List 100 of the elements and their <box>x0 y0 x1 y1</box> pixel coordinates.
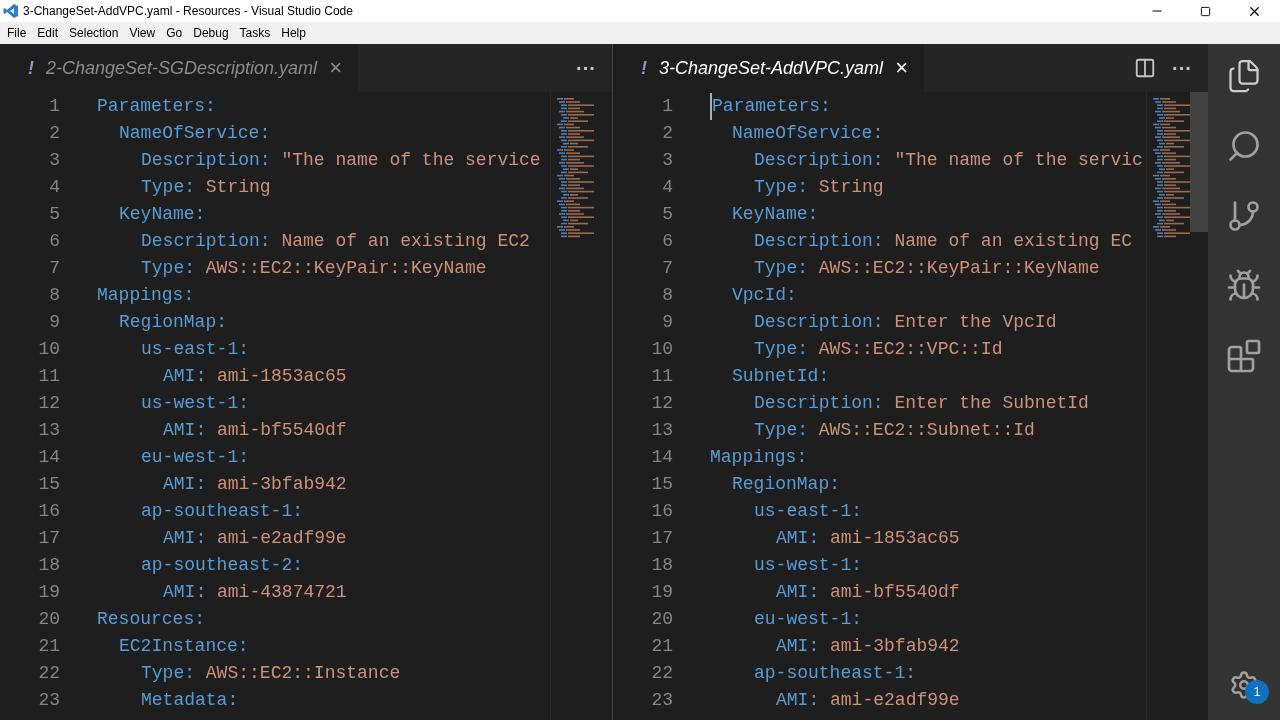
line-number: 6 <box>48 230 60 253</box>
line-number: 22 <box>37 662 60 685</box>
more-actions-button[interactable]: ··· <box>576 58 596 78</box>
editor-tab[interactable]: ! 3-ChangeSet-AddVPC.yaml × <box>613 44 924 92</box>
code-line: us-west-1: <box>141 392 250 415</box>
code-line: KeyName: <box>119 203 206 226</box>
line-number: 13 <box>650 419 673 442</box>
line-number: 12 <box>37 392 60 415</box>
line-number: 9 <box>48 311 60 334</box>
code-line: Description: "The name of the service <box>141 149 541 172</box>
line-number: 11 <box>37 365 60 388</box>
menu-item[interactable]: View <box>124 24 161 42</box>
code-line: Type: AWS::EC2::Subnet::Id <box>754 419 1035 442</box>
line-number: 5 <box>48 203 60 226</box>
code-line: AMI: ami-3bfab942 <box>163 473 347 496</box>
debug-icon[interactable] <box>1226 268 1262 304</box>
notification-badge: 1 <box>1245 680 1269 704</box>
warning-marker: ! <box>641 56 647 80</box>
line-number: 7 <box>661 257 673 280</box>
line-number: 5 <box>661 203 673 226</box>
line-number: 15 <box>37 473 60 496</box>
close-button[interactable]: × <box>329 57 342 79</box>
code-line: Description: Name of an existing EC <box>754 230 1133 253</box>
extensions-icon[interactable] <box>1226 338 1262 374</box>
menu-item[interactable]: Tasks <box>234 24 276 42</box>
code-line: AMI: ami-3bfab942 <box>776 635 960 658</box>
line-number: 17 <box>37 527 60 550</box>
code-line: Metadata: <box>141 689 239 712</box>
line-number: 21 <box>37 635 60 658</box>
line-number: 8 <box>661 284 673 307</box>
code-line: ap-southeast-2: <box>141 554 304 577</box>
code-line: RegionMap: <box>119 311 228 334</box>
menu-item[interactable]: Go <box>161 24 188 42</box>
menu-item[interactable]: Debug <box>188 24 234 42</box>
line-number: 10 <box>37 338 60 361</box>
window-title: 3-ChangeSet-AddVPC.yaml - Resources - Visual Studio Code <box>23 3 353 20</box>
code-line: NameOfService: <box>119 122 271 145</box>
line-number: 12 <box>650 392 673 415</box>
line-number: 6 <box>661 230 673 253</box>
close-button[interactable]: × <box>895 57 908 79</box>
code-line: AMI: ami-e2adf99e <box>776 689 960 712</box>
line-number: 1 <box>48 95 60 118</box>
menu-item[interactable]: Help <box>276 24 311 42</box>
scrollbar-thumb[interactable] <box>1190 92 1208 232</box>
line-number: 14 <box>650 446 673 469</box>
line-number: 19 <box>650 581 673 604</box>
line-number: 16 <box>37 500 60 523</box>
line-number: 19 <box>37 581 60 604</box>
line-number: 15 <box>650 473 673 496</box>
code-line: Type: AWS::EC2::KeyPair::KeyName <box>141 257 487 280</box>
line-number: 1 <box>661 95 673 118</box>
code-line: AMI: ami-bf5540df <box>163 419 347 442</box>
code-line: Type: AWS::EC2::VPC::Id <box>754 338 1003 361</box>
more-actions-button[interactable]: ··· <box>1172 58 1192 78</box>
code-line: eu-west-1: <box>754 608 863 631</box>
line-number: 3 <box>48 149 60 172</box>
line-number: 20 <box>37 608 60 631</box>
line-number: 20 <box>650 608 673 631</box>
code-line: Description: Name of an existing EC2 <box>141 230 530 253</box>
code-line: KeyName: <box>732 203 819 226</box>
code-line: NameOfService: <box>732 122 884 145</box>
code-line: ap-southeast-1: <box>141 500 304 523</box>
code-line: us-east-1: <box>754 500 863 523</box>
code-line: RegionMap: <box>732 473 841 496</box>
code-line: SubnetId: <box>732 365 830 388</box>
code-line: VpcId: <box>732 284 797 307</box>
line-number: 3 <box>661 149 673 172</box>
line-number: 9 <box>661 311 673 334</box>
menu-item[interactable]: Edit <box>32 24 64 42</box>
code-line: AMI: ami-e2adf99e <box>163 527 347 550</box>
app-logo-icon <box>3 3 19 19</box>
line-number: 23 <box>37 689 60 712</box>
code-line: Resources: <box>97 608 206 631</box>
line-number: 22 <box>650 662 673 685</box>
code-line: ap-southeast-1: <box>754 662 917 685</box>
line-number: 21 <box>650 635 673 658</box>
code-line: Type: String <box>754 176 884 199</box>
restore-icon[interactable] <box>1200 5 1211 17</box>
split-editor-icon[interactable] <box>1134 57 1156 79</box>
line-number: 10 <box>650 338 673 361</box>
menu-item[interactable]: File <box>2 24 32 42</box>
source-control-icon[interactable] <box>1226 198 1262 234</box>
menu-item[interactable]: Selection <box>64 24 124 42</box>
line-number: 2 <box>661 122 673 145</box>
line-number: 7 <box>48 257 60 280</box>
search-icon[interactable] <box>1226 128 1262 164</box>
code-line: Parameters: <box>97 95 216 118</box>
code-line: AMI: ami-1853ac65 <box>776 527 960 550</box>
line-number: 18 <box>37 554 60 577</box>
line-number: 17 <box>650 527 673 550</box>
line-number: 8 <box>48 284 60 307</box>
editor-tab[interactable]: ! 2-ChangeSet-SGDescription.yaml × <box>0 44 358 92</box>
warning-marker: ! <box>28 56 34 80</box>
code-line: AMI: ami-1853ac65 <box>163 365 347 388</box>
tab-label: 3-ChangeSet-AddVPC.yaml <box>659 56 884 80</box>
code-line: AMI: ami-43874721 <box>163 581 347 604</box>
settings-icon[interactable] <box>1229 670 1259 700</box>
line-number: 2 <box>48 122 60 145</box>
line-number: 4 <box>661 176 673 199</box>
explorer-icon[interactable] <box>1226 58 1262 94</box>
